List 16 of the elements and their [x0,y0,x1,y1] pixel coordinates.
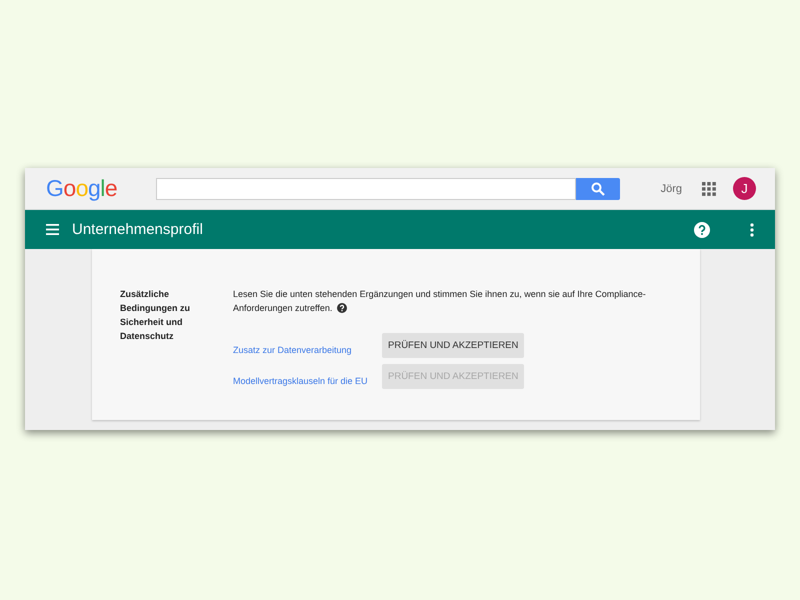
section-label: Zusätzliche Bedingungen zu Sicherheit und Datenschutz [120,288,191,343]
search-button[interactable] [576,178,620,200]
search-icon [591,182,605,196]
menu-icon[interactable] [46,224,59,235]
user-name[interactable]: Jörg [660,182,682,194]
page-title: Unternehmensprofil [72,221,203,238]
search-field[interactable] [156,178,576,200]
document-link[interactable]: Zusatz zur Datenverarbeitung [233,336,382,354]
description-text: Anforderungen zutreffen. [233,302,332,315]
review-accept-button[interactable]: PRÜFEN UND AKZEPTIEREN [382,333,524,358]
help-icon[interactable] [337,303,348,313]
google-logo[interactable]: Google [46,175,135,202]
avatar[interactable]: J [733,177,756,200]
description-text: Lesen Sie die unten stehenden Ergänzungen und stimmen Sie ihnen zu, wenn sie auf Ihre Compliance- [233,288,647,301]
apps-icon[interactable] [702,182,716,196]
more-icon[interactable] [750,222,754,236]
